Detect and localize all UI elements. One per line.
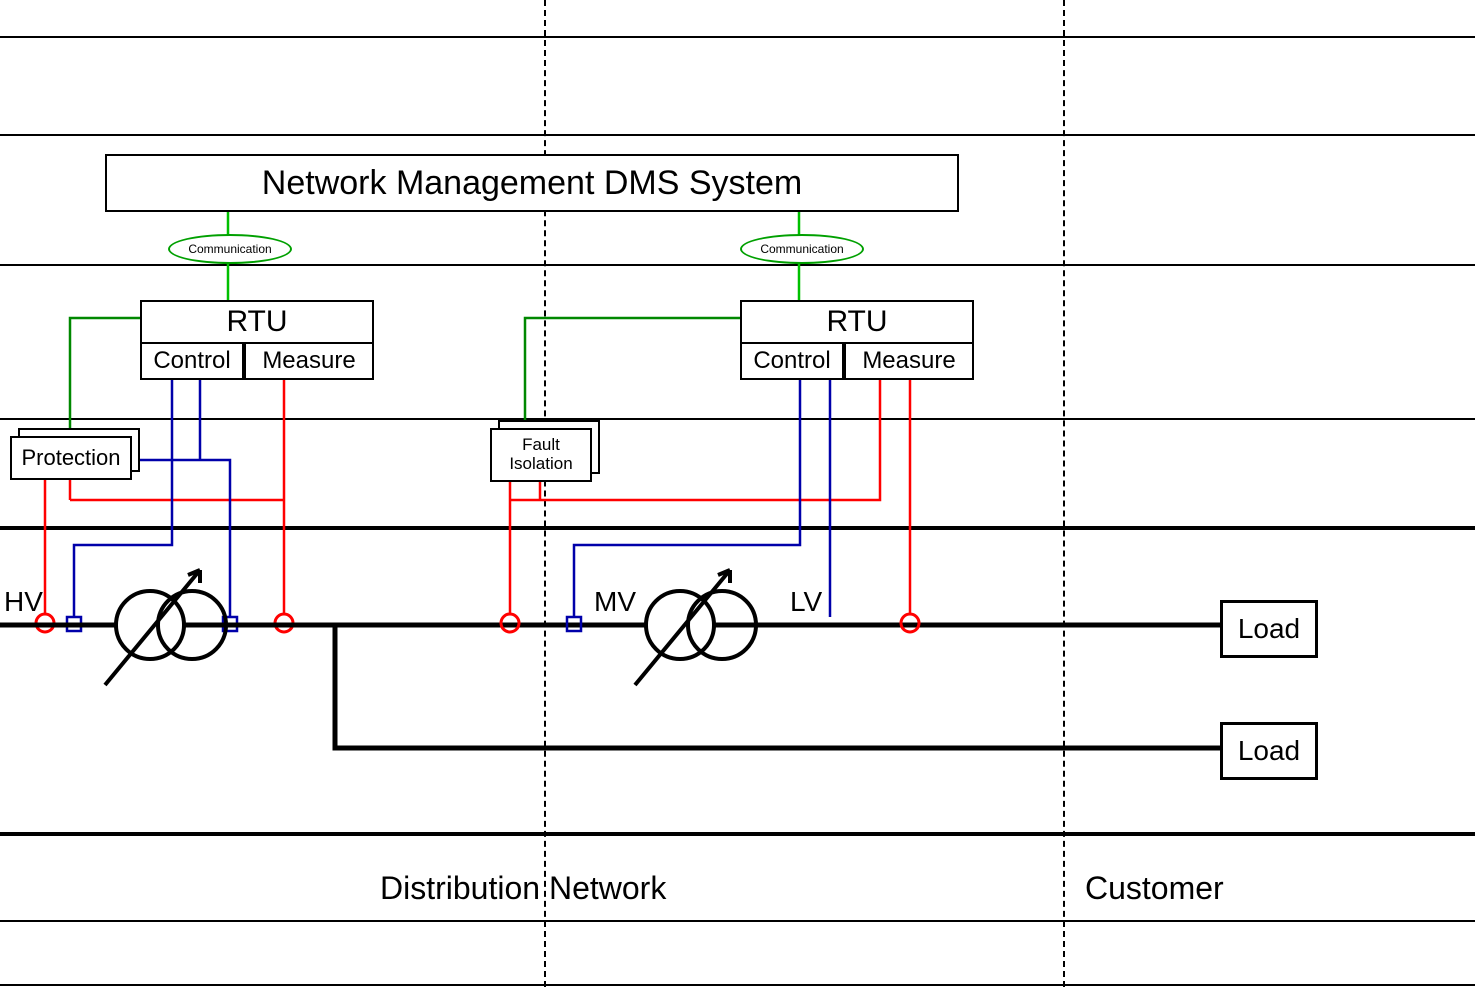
rtu-box-2: RTU — [740, 300, 974, 344]
lv-label: LV — [790, 586, 822, 618]
rtu-label: RTU — [826, 305, 887, 339]
dms-title: Network Management DMS System — [262, 164, 802, 203]
diagram-canvas: Network Management DMS System Communicat… — [0, 0, 1475, 987]
dms-title-box: Network Management DMS System — [105, 154, 959, 212]
protection-box: Protection — [10, 436, 132, 480]
mv-label: MV — [594, 586, 636, 618]
load-label: Load — [1238, 735, 1300, 767]
measure-label: Measure — [862, 347, 955, 375]
load-label: Load — [1238, 613, 1300, 645]
caption-customer: Customer — [1085, 870, 1224, 907]
control-label: Control — [753, 347, 830, 375]
hv-label: HV — [4, 586, 43, 618]
caption-distribution: Distribution Network — [380, 870, 666, 907]
fault-isolation-box: Fault Isolation — [490, 428, 592, 482]
fault-label-1: Fault — [522, 436, 560, 455]
control-label: Control — [153, 347, 230, 375]
rtu-label: RTU — [226, 305, 287, 339]
rtu2-measure-box: Measure — [844, 342, 974, 380]
fault-label-2: Isolation — [509, 455, 572, 474]
communication-ellipse-1: Communication — [168, 234, 292, 264]
communication-ellipse-2: Communication — [740, 234, 864, 264]
rtu1-control-box: Control — [140, 342, 244, 380]
load-box-2: Load — [1220, 722, 1318, 780]
rtu2-control-box: Control — [740, 342, 844, 380]
measure-label: Measure — [262, 347, 355, 375]
rtu-box-1: RTU — [140, 300, 374, 344]
load-box-1: Load — [1220, 600, 1318, 658]
rtu1-measure-box: Measure — [244, 342, 374, 380]
protection-label: Protection — [21, 446, 120, 470]
comm-label: Communication — [188, 242, 271, 256]
wiring-svg — [0, 0, 1475, 987]
comm-label: Communication — [760, 242, 843, 256]
